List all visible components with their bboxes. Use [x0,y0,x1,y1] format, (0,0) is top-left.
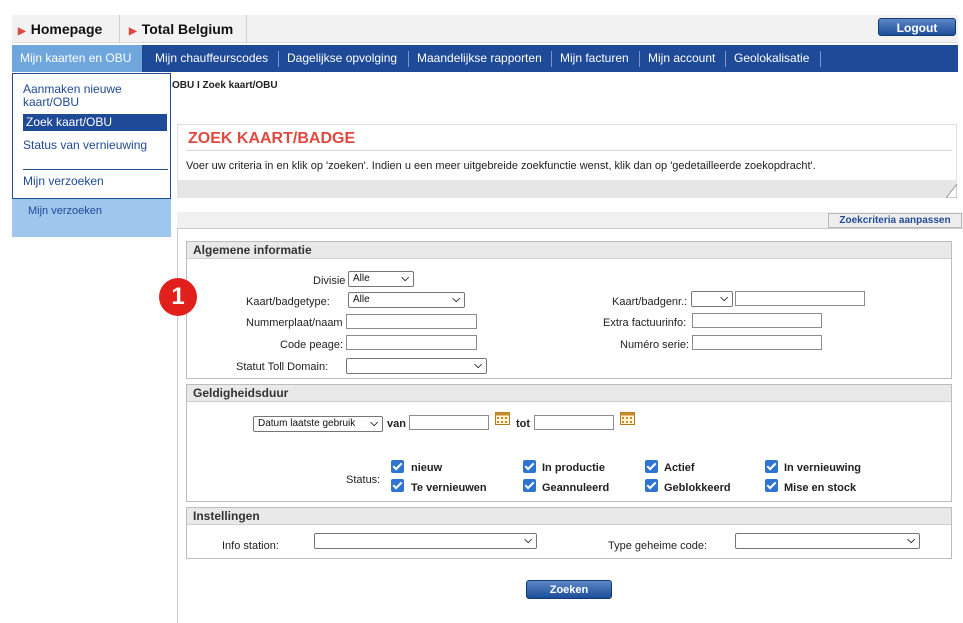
title-divider [186,150,952,151]
chevron-down-icon: ⌵ [452,294,460,305]
card-type-select[interactable]: Alle ⌵ [348,292,465,308]
division-value: Alle [353,273,370,284]
nav-item-driver-codes[interactable]: Mijn chauffeurscodes [155,45,268,72]
nav-item-monthly[interactable]: Maandelijkse rapporten [417,45,542,72]
plate-input[interactable] [346,314,477,329]
status-active-label: Actief [664,462,695,474]
main-nav: Mijn kaarten en OBU Mijn chauffeurscodes… [12,45,958,72]
nav-divider [639,51,640,67]
menu-divider [23,169,168,170]
serial-number-label: Numéro serie: [620,339,690,351]
triangle-icon: ▶ [129,26,137,37]
status-new-label: nieuw [411,462,443,474]
serial-number-input[interactable] [692,335,822,350]
chevron-down-icon: ⌵ [474,360,482,371]
nav-divider [278,51,279,67]
secret-code-select[interactable]: ⌵ [735,533,920,549]
chevron-down-icon: ⌵ [370,418,378,429]
nav-item-invoices[interactable]: Mijn facturen [560,45,629,72]
section-legend: Geldigheidsduur [187,385,951,402]
menu-item-my-requests[interactable]: Mijn verzoeken [23,175,163,188]
status-checkbox-blocked[interactable] [645,479,658,492]
chevron-down-icon: ⌵ [907,535,915,546]
adjust-criteria-button[interactable]: Zoekcriteria aanpassen [828,213,962,228]
from-label: van [387,418,406,430]
to-date-input[interactable] [534,415,614,430]
menu-item-create-card[interactable]: Aanmaken nieuwe kaart/OBU [23,83,163,109]
extra-invoice-label: Extra factuurinfo: [603,317,687,329]
info-station-select[interactable]: ⌵ [314,533,537,549]
nav-item-geolocation[interactable]: Geolokalisatie [734,45,809,72]
calendar-icon[interactable] [620,412,635,425]
secret-code-label: Type geheime code: [608,540,708,552]
toll-code-label: Code peage: [280,339,343,351]
nav-item-daily[interactable]: Dagelijkse opvolging [287,45,397,72]
card-type-value: Alle [353,294,370,305]
triangle-icon: ▶ [18,26,26,37]
card-number-prefix-select[interactable]: ⌵ [691,291,733,307]
extra-invoice-input[interactable] [692,313,822,328]
annotation-marker: 1 [159,278,197,316]
status-to-renew-label: Te vernieuwen [411,482,487,494]
status-checkbox-in-production[interactable] [523,460,536,473]
nav-item-cards[interactable]: Mijn kaarten en OBU [12,45,142,72]
status-checkbox-cancelled[interactable] [523,479,536,492]
plate-label: Nummerplaat/naam [246,317,343,329]
menu-item-search-card[interactable]: Zoek kaart/OBU [23,114,167,131]
chevron-down-icon: ⌵ [720,293,728,304]
status-checkbox-to-renew[interactable] [391,479,404,492]
chevron-down-icon: ⌵ [401,273,409,284]
page-description: Voer uw criteria in en klik op 'zoeken'.… [186,160,816,172]
toll-code-input[interactable] [346,335,477,350]
status-in-stock-label: Mise en stock [784,482,857,494]
status-checkbox-in-stock[interactable] [765,479,778,492]
status-checkbox-active[interactable] [645,460,658,473]
status-renewing-label: In vernieuwing [784,462,862,474]
left-requests-link[interactable]: Mijn verzoeken [28,205,102,217]
breadcrumb: OBU I Zoek kaart/OBU [172,80,278,91]
division-label: Divisie [313,275,346,287]
status-in-production-label: In productie [542,462,605,474]
calendar-icon[interactable] [495,412,510,425]
status-checkbox-new[interactable] [391,460,404,473]
resize-corner-icon[interactable] [946,184,957,198]
status-label: Status: [346,474,381,486]
date-type-value: Datum laatste gebruik [258,418,356,429]
status-checkbox-renewing[interactable] [765,460,778,473]
nav-divider [408,51,409,67]
toll-domain-label: Statut Toll Domain: [236,361,329,373]
nav-divider [725,51,726,67]
divider [119,15,120,43]
general-info-section: Algemene informatie [186,241,952,379]
nav-divider [820,51,821,67]
homepage-link[interactable]: ▶ Homepage [18,15,102,43]
search-button[interactable]: Zoeken [526,580,612,599]
card-number-input[interactable] [735,291,865,306]
top-bar: ▶ Homepage ▶ Total Belgium Logout [12,15,958,43]
division-select[interactable]: Alle ⌵ [348,271,414,287]
menu-item-renewal-status[interactable]: Status van vernieuwing [23,139,163,152]
status-cancelled-label: Geannuleerd [542,482,610,494]
card-number-label: Kaart/badgenr.: [612,296,688,308]
company-link[interactable]: ▶ Total Belgium [129,15,233,43]
toll-domain-select[interactable]: ⌵ [346,358,487,374]
page-title: ZOEK KAART/BADGE [188,130,356,147]
info-station-label: Info station: [222,540,279,552]
company-label: Total Belgium [141,21,234,37]
title-footer-bar [177,180,957,198]
logout-button[interactable]: Logout [878,18,956,36]
status-blocked-label: Geblokkeerd [664,482,731,494]
chevron-down-icon: ⌵ [524,535,532,546]
nav-item-account[interactable]: Mijn account [648,45,715,72]
date-type-select[interactable]: Datum laatste gebruik ⌵ [253,416,383,432]
to-label: tot [516,418,531,430]
homepage-label: Homepage [30,21,103,37]
from-date-input[interactable] [409,415,489,430]
section-legend: Algemene informatie [187,242,951,259]
section-legend: Instellingen [187,508,951,525]
nav-divider [551,51,552,67]
cards-dropdown-menu: Aanmaken nieuwe kaart/OBU Zoek kaart/OBU… [12,73,171,199]
card-type-label: Kaart/badgetype: [246,296,330,308]
divider [246,15,247,43]
